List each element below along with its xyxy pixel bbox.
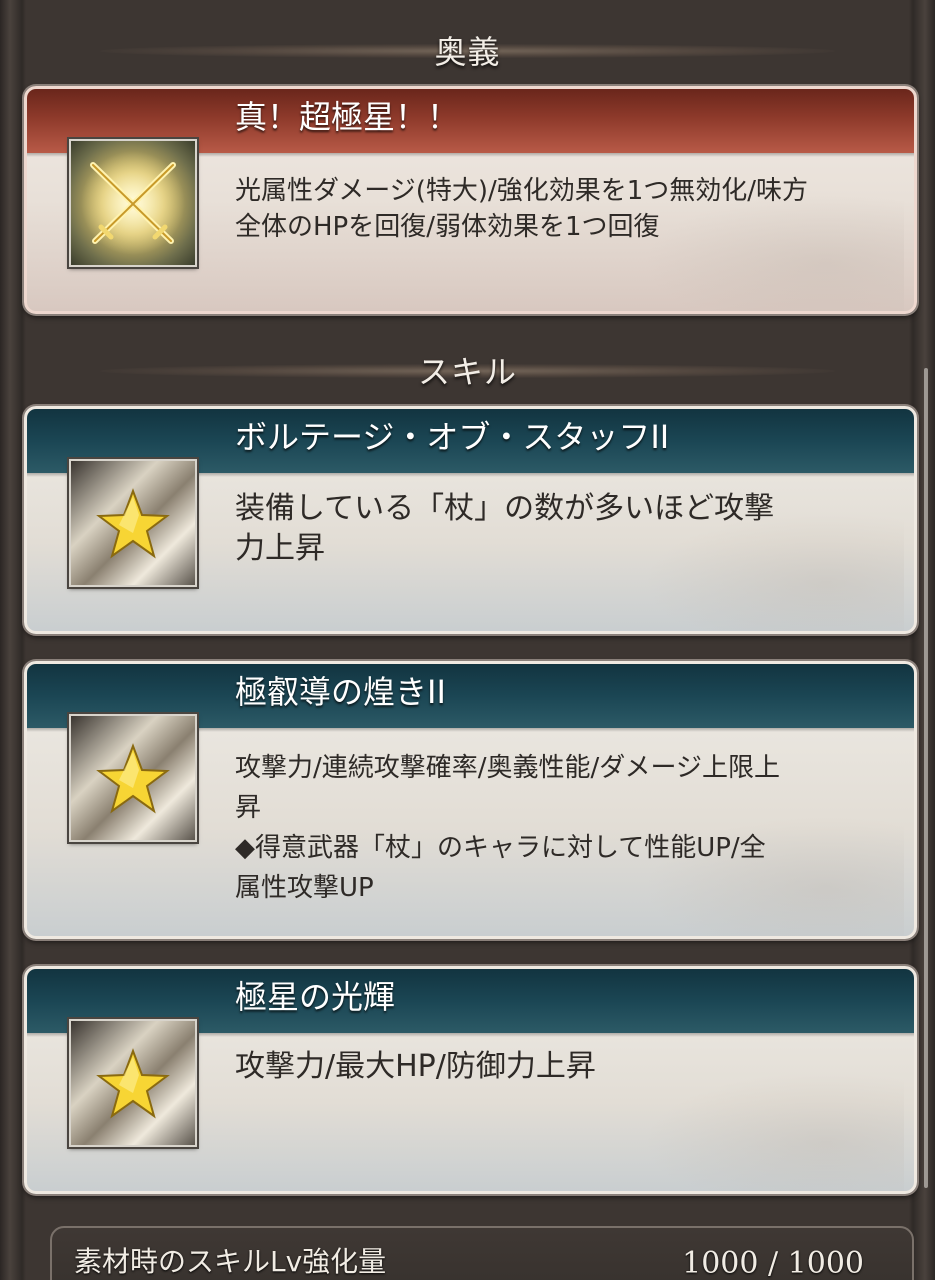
ougi-section-label: 奥義 — [434, 33, 501, 71]
skill-card-1[interactable]: ボルテージ・オブ・スタッフII 装備している「杖」の数が多いほど攻撃 力上昇 — [24, 406, 917, 634]
skills-section-header: スキル — [100, 352, 835, 391]
star-icon — [69, 714, 197, 842]
skill-title: 極叡導の煌きII — [235, 673, 446, 711]
ougi-card[interactable]: 真！超極星！！ 光属性ダメージ(特大)/強化効果を1つ無効化/味方 全体のHPを… — [24, 86, 917, 314]
skill-title: ボルテージ・オブ・スタッフII — [235, 418, 670, 456]
star-icon — [69, 1019, 197, 1147]
skill-description: 攻撃力/最大HP/防御力上昇 — [235, 1049, 596, 1084]
skill-level-label: 素材時のスキルLv強化量 — [74, 1245, 387, 1278]
character-detail-screen: 奥義 真！超極星！！ 光属性ダメージ(特大)/強化効果を1つ無効化/味方 全体の… — [0, 0, 935, 1280]
ougi-section-header: 奥義 — [100, 32, 835, 71]
skill-card-2[interactable]: 極叡導の煌きII 攻撃力/連続攻撃確率/奥義性能/ダメージ上限上 昇 ◆得意武器… — [24, 661, 917, 939]
skill-description: 装備している「杖」の数が多いほど攻撃 力上昇 — [235, 491, 775, 566]
ougi-title: 真！超極星！！ — [235, 98, 460, 136]
crossed-swords-icon — [69, 139, 197, 267]
skills-section-label: スキル — [417, 353, 517, 391]
skill-level-panel: 素材時のスキルLv強化量 1000 / 1000 — [50, 1226, 914, 1280]
skill-card-3[interactable]: 極星の光輝 攻撃力/最大HP/防御力上昇 — [24, 966, 917, 1194]
skill-level-value: 1000 / 1000 — [682, 1246, 864, 1280]
scrollbar[interactable] — [924, 368, 928, 1188]
ougi-description: 光属性ダメージ(特大)/強化効果を1つ無効化/味方 全体のHPを回復/弱体効果を… — [235, 176, 809, 242]
card-ornament — [644, 1071, 904, 1191]
skill-title: 極星の光輝 — [235, 978, 396, 1016]
skill-description: 攻撃力/連続攻撃確率/奥義性能/ダメージ上限上 昇 ◆得意武器「杖」のキャラに対… — [235, 753, 780, 903]
star-icon — [69, 459, 197, 587]
